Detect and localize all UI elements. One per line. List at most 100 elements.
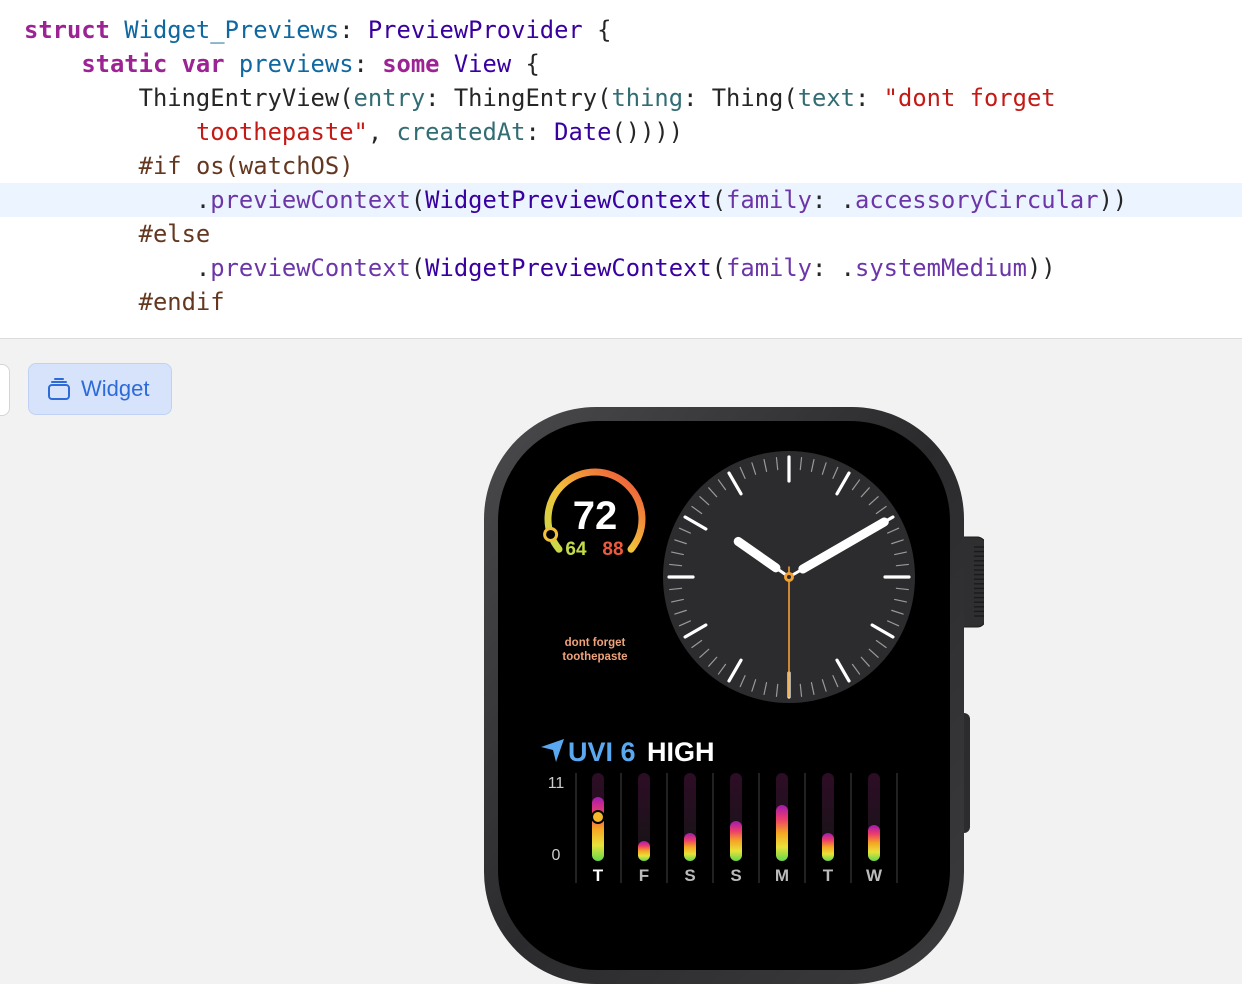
code-token: . xyxy=(24,254,211,282)
apple-watch-preview: 72 64 88 dont forget toothepaste UVI 6 H… xyxy=(484,407,984,984)
code-token: View xyxy=(453,50,512,78)
code-line[interactable]: #endif xyxy=(0,285,1242,319)
previous-preview-card[interactable] xyxy=(0,364,10,416)
code-token: ThingEntryView( xyxy=(24,84,354,112)
uv-bar xyxy=(822,833,834,861)
code-token: family xyxy=(726,186,813,214)
code-token: toothepaste" xyxy=(195,118,368,146)
code-token: { xyxy=(582,16,612,44)
code-token: PreviewProvider xyxy=(367,16,583,44)
code-token: : xyxy=(339,16,368,44)
code-token: )) xyxy=(1098,186,1128,214)
temperature-high: 88 xyxy=(602,539,623,560)
code-token: : . xyxy=(812,186,855,214)
code-line[interactable]: static var previews: some View { xyxy=(0,47,1242,81)
code-token: previewContext xyxy=(210,254,411,282)
code-token: : xyxy=(855,84,884,112)
code-token: entry xyxy=(353,84,426,112)
code-token: , xyxy=(367,118,397,146)
code-token: previewContext xyxy=(210,186,411,214)
uv-day-label: F xyxy=(639,866,649,885)
uv-bar xyxy=(684,833,696,861)
code-token: "dont forget xyxy=(883,84,1056,112)
code-line[interactable]: struct Widget_Previews: PreviewProvider … xyxy=(0,13,1242,47)
code-token: ( xyxy=(410,186,426,214)
uv-bar xyxy=(592,797,604,861)
uv-current-marker xyxy=(591,810,605,824)
code-token: ( xyxy=(711,254,727,282)
code-token: var xyxy=(181,50,225,78)
code-token: Widget_Previews xyxy=(124,16,340,44)
code-token: os(watchOS) xyxy=(195,152,354,180)
clock-center-pin xyxy=(787,575,791,579)
uv-day-label: S xyxy=(684,866,695,885)
code-token: . xyxy=(24,186,211,214)
uv-day-label: T xyxy=(593,866,604,885)
code-token: text xyxy=(797,84,856,112)
code-token: #else xyxy=(138,220,211,248)
uv-bar xyxy=(776,805,788,861)
analog-clock xyxy=(663,451,915,703)
code-token: previews xyxy=(238,50,354,78)
code-token: : xyxy=(525,118,555,146)
code-token: thing xyxy=(611,84,684,112)
note-text-line-2: toothepaste xyxy=(562,651,627,663)
uv-bar xyxy=(868,825,880,861)
code-token: struct xyxy=(24,16,110,44)
code-token: family xyxy=(726,254,813,282)
uv-day-label: M xyxy=(775,866,789,885)
code-token: : Thing( xyxy=(683,84,798,112)
code-token: ( xyxy=(410,254,426,282)
code-token: : . xyxy=(812,254,855,282)
code-token: WidgetPreviewContext xyxy=(425,254,712,282)
code-token: )) xyxy=(1026,254,1056,282)
widget-button[interactable]: Widget xyxy=(28,363,172,415)
code-editor[interactable]: struct Widget_Previews: PreviewProvider … xyxy=(0,0,1242,339)
code-token: ( xyxy=(711,186,727,214)
code-token: createdAt xyxy=(396,118,526,146)
code-line[interactable]: #if os(watchOS) xyxy=(0,149,1242,183)
code-token: systemMedium xyxy=(855,254,1027,282)
temperature-low: 64 xyxy=(565,539,587,560)
uv-bar xyxy=(730,821,742,861)
widget-stack-icon xyxy=(48,378,70,400)
code-token: { xyxy=(511,50,540,78)
code-line[interactable]: .previewContext(WidgetPreviewContext(fam… xyxy=(0,183,1242,217)
uv-level-label: HIGH xyxy=(647,737,715,767)
temperature-current: 72 xyxy=(573,494,618,538)
code-line[interactable]: .previewContext(WidgetPreviewContext(fam… xyxy=(0,251,1242,285)
temperature-indicator xyxy=(543,526,559,542)
widget-button-label: Widget xyxy=(81,376,150,401)
code-token: WidgetPreviewContext xyxy=(425,186,712,214)
uv-day-label: T xyxy=(823,866,834,885)
code-line[interactable]: #else xyxy=(0,217,1242,251)
uv-index-label: UVI 6 xyxy=(568,737,636,767)
code-token: : ThingEntry( xyxy=(425,84,612,112)
code-line[interactable]: toothepaste", createdAt: Date()))) xyxy=(0,115,1242,149)
uv-axis-max: 11 xyxy=(548,775,565,792)
code-token: #if xyxy=(138,152,182,180)
code-token: accessoryCircular xyxy=(855,186,1099,214)
code-token: some xyxy=(382,50,440,78)
uv-day-label: W xyxy=(866,866,883,885)
note-text-line-1: dont forget xyxy=(565,637,626,649)
code-token: : xyxy=(353,50,383,78)
uv-bar xyxy=(638,841,650,861)
code-token: static xyxy=(81,50,168,78)
code-line[interactable]: ThingEntryView(entry: ThingEntry(thing: … xyxy=(0,81,1242,115)
uv-day-label: S xyxy=(730,866,741,885)
code-token: #endif xyxy=(138,288,225,316)
uv-axis-min: 0 xyxy=(552,847,561,864)
code-token: Date xyxy=(554,118,612,146)
code-token: ()))) xyxy=(611,118,684,146)
